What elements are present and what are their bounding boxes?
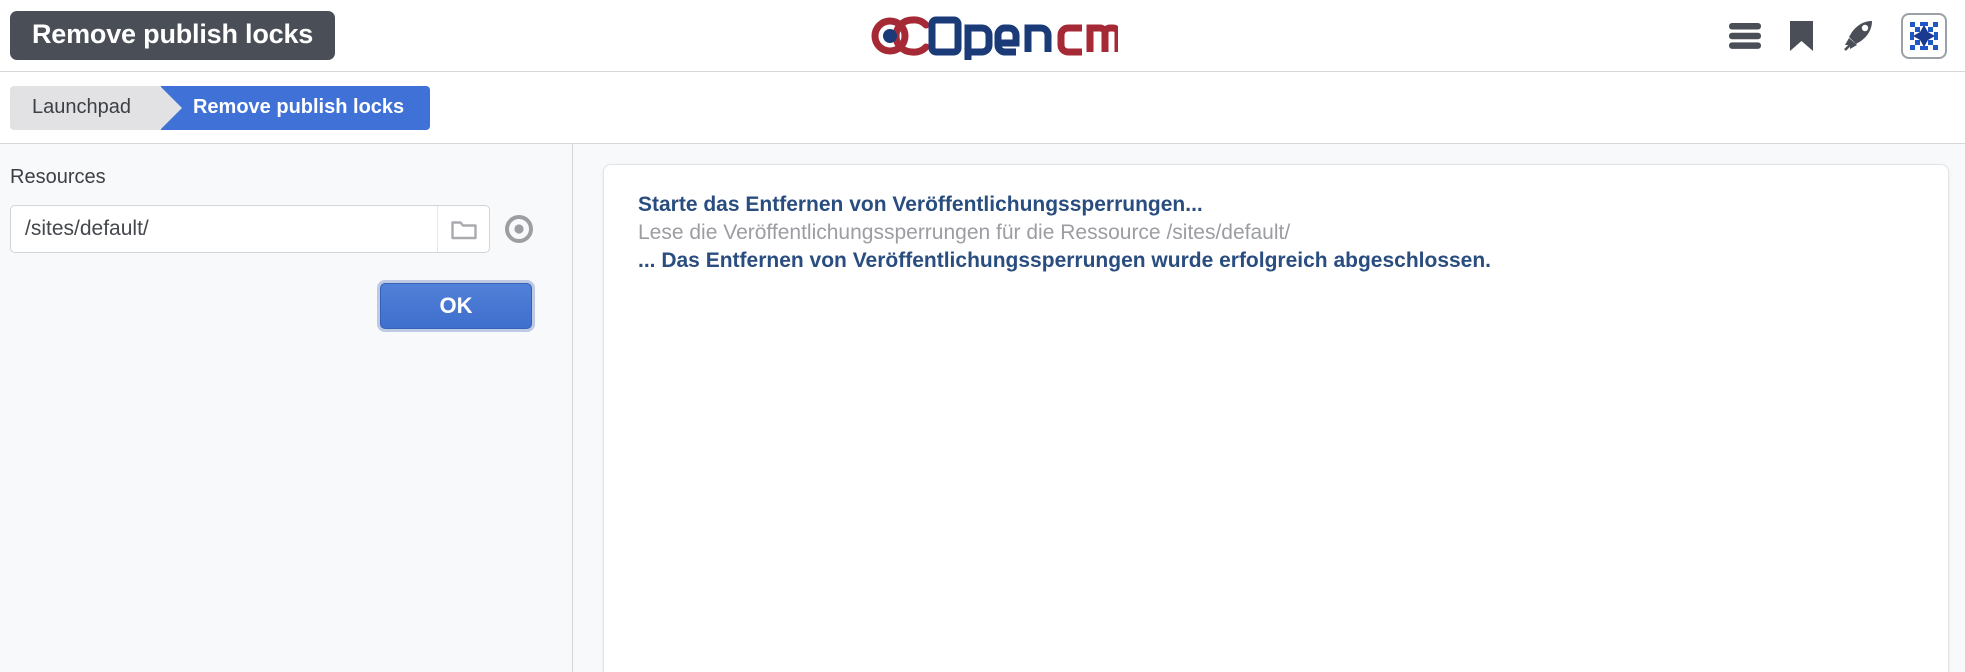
- hamburger-menu-icon[interactable]: [1728, 22, 1762, 50]
- report-area: Starte das Entfernen von Veröffentlichun…: [573, 144, 1965, 672]
- app-header: Remove publish locks: [0, 0, 1965, 72]
- report-line: ... Das Entfernen von Veröffentlichungss…: [638, 248, 1492, 272]
- breadcrumb-item-current[interactable]: Remove publish locks: [160, 85, 431, 130]
- folder-icon[interactable]: [437, 206, 489, 252]
- resources-form-panel: Resources /sites/default/ OK: [0, 144, 573, 672]
- ok-button-row: OK: [10, 283, 572, 329]
- resources-label: Resources: [10, 166, 106, 188]
- report-line: Lese die Veröffentlichungssperrungen für…: [638, 220, 1291, 244]
- breadcrumb-item-launchpad[interactable]: Launchpad: [10, 85, 182, 130]
- breadcrumb: Launchpad Remove publish locks: [0, 72, 1965, 144]
- resource-input-row: /sites/default/: [10, 205, 572, 253]
- target-select-icon[interactable]: [504, 214, 534, 244]
- report-line: Starte das Entfernen von Veröffentlichun…: [638, 193, 1203, 216]
- user-avatar-icon[interactable]: [1901, 13, 1947, 59]
- app-title-chip: Remove publish locks: [10, 11, 336, 60]
- rocket-icon[interactable]: [1841, 19, 1875, 53]
- report-panel: Starte das Entfernen von Veröffentlichun…: [603, 164, 1949, 672]
- breadcrumb-list: Launchpad Remove publish locks: [10, 85, 431, 130]
- ok-button[interactable]: OK: [380, 283, 532, 329]
- page-body: Resources /sites/default/ OK Starte das …: [0, 144, 1965, 672]
- resource-path-value[interactable]: /sites/default/: [11, 217, 437, 241]
- header-icon-group: [1728, 0, 1947, 72]
- bookmark-icon[interactable]: [1788, 19, 1815, 53]
- resource-path-input[interactable]: /sites/default/: [10, 205, 490, 253]
